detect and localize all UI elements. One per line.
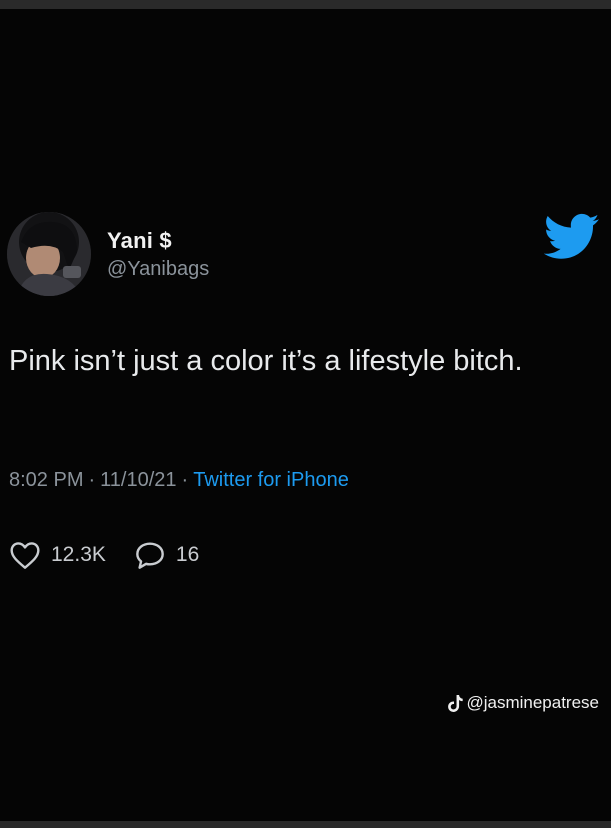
tweet-card: Yani $ @Yanibags Pink isn’t just a color… (0, 0, 611, 828)
reply-icon (136, 542, 164, 569)
tweet-source-link[interactable]: Twitter for iPhone (193, 469, 349, 491)
like-button[interactable]: 12.3K (9, 540, 106, 570)
heart-icon (10, 542, 40, 569)
tweet-text: Pink isn’t just a color it’s a lifestyle… (9, 345, 523, 377)
tweet-metadata: 8:02 PM · 11/10/21 · Twitter for iPhone (9, 469, 349, 492)
separator-dot: · (181, 469, 189, 491)
twitter-bird-icon (544, 213, 600, 259)
tweet-time: 8:02 PM (9, 469, 84, 491)
tweet-date: 11/10/21 (100, 469, 177, 491)
avatar-photo (7, 212, 91, 296)
tiktok-watermark: @jasminepatrese (447, 693, 599, 713)
like-count: 12.3K (51, 543, 106, 566)
tweet-actions: 12.3K 16 (9, 538, 199, 572)
bottom-border (0, 821, 611, 828)
username-handle[interactable]: @Yanibags (107, 258, 209, 281)
watermark-handle: @jasminepatrese (466, 693, 599, 712)
separator-dot: · (88, 469, 96, 491)
reply-button[interactable]: 16 (134, 540, 199, 570)
display-name[interactable]: Yani $ (107, 228, 172, 254)
tiktok-icon (448, 694, 464, 712)
avatar[interactable] (7, 212, 91, 296)
reply-count: 16 (175, 543, 200, 566)
